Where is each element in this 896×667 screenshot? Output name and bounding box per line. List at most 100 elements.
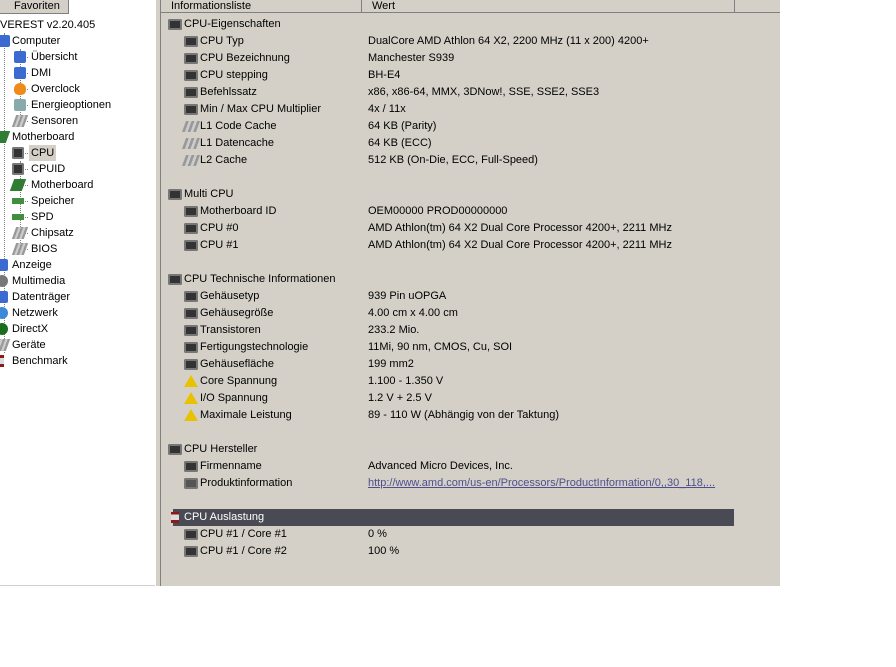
memory-icon [12, 198, 24, 204]
field-label: CPU #1 / Core #2 [200, 545, 287, 557]
motherboard-icon [0, 131, 11, 143]
computer-icon [0, 35, 10, 47]
field-value: 1.2 V + 2.5 V [368, 392, 432, 404]
tree-item-label: Anzeige [12, 259, 52, 271]
cpu-icon [184, 325, 198, 336]
cache-icon [181, 155, 201, 166]
field-label: L2 Cache [200, 154, 248, 166]
section-title: CPU-Eigenschaften [184, 18, 281, 30]
field-label: L1 Datencache [200, 137, 274, 149]
field-label: Maximale Leistung [200, 409, 292, 421]
cache-icon [181, 121, 201, 132]
field-label: Befehlssatz [200, 86, 257, 98]
field-value: DualCore AMD Athlon 64 X2, 2200 MHz (11 … [368, 35, 649, 47]
section-title: Multi CPU [184, 188, 234, 200]
field-value: AMD Athlon(tm) 64 X2 Dual Core Processor… [368, 239, 672, 251]
favorites-tab-label: Favoriten [14, 0, 60, 12]
cpu-icon [184, 53, 198, 64]
field-label: I/O Spannung [200, 392, 268, 404]
section-title: CPU Auslastung [184, 511, 265, 523]
cpu-icon [184, 461, 198, 472]
voltage-warning-icon [184, 392, 198, 404]
tree-root-label: VEREST v2.20.405 [0, 19, 96, 31]
field-value: 939 Pin uOPGA [368, 290, 447, 302]
column-header-value-label: Wert [372, 0, 396, 12]
field-value: 199 mm2 [368, 358, 414, 370]
cpu-icon [184, 104, 198, 115]
motherboard-icon [9, 179, 27, 191]
column-header-filler [735, 0, 780, 13]
sensor-icon [11, 115, 29, 127]
voltage-warning-icon [184, 375, 198, 387]
field-label: CPU #1 [200, 239, 239, 251]
field-label: Transistoren [200, 324, 261, 336]
field-label: Gehäusegröße [200, 307, 274, 319]
voltage-warning-icon [184, 409, 198, 421]
field-label: CPU stepping [200, 69, 268, 81]
tree-item-label: Benchmark [12, 355, 68, 367]
tree-item-label: BIOS [31, 243, 58, 255]
display-icon [0, 259, 8, 271]
cpu-icon [168, 274, 182, 285]
tree-item-label: CPU [29, 145, 57, 161]
field-label: Firmenname [200, 460, 262, 472]
cpu-icon [184, 87, 198, 98]
tree-item-label: Energieoptionen [31, 99, 112, 111]
everest-window: Favoriten VEREST v2.20.405 Computer Über… [0, 0, 780, 586]
cpu-icon [184, 529, 198, 540]
tree-item-label: Netzwerk [12, 307, 58, 319]
cpu-icon [168, 444, 182, 455]
tree-item-label: Motherboard [12, 131, 75, 143]
tree-item-label: Datenträger [12, 291, 71, 303]
tree-item-label: Übersicht [31, 51, 78, 63]
tree-item-label: Overclock [31, 83, 80, 95]
info-icon [14, 67, 26, 79]
cpu-icon [184, 546, 198, 557]
cpu-icon [168, 19, 182, 30]
section-title: CPU Hersteller [184, 443, 258, 455]
field-value: 4x / 11x [368, 103, 406, 115]
field-value: 100 % [368, 545, 400, 557]
cpu-icon [184, 240, 198, 251]
tree-item-label: Speicher [31, 195, 75, 207]
flame-icon [14, 83, 26, 95]
tree-item-label: Multimedia [12, 275, 66, 287]
column-header-value[interactable]: Wert [362, 0, 735, 13]
field-label: Core Spannung [200, 375, 278, 387]
field-label: CPU Typ [200, 35, 244, 47]
benchmark-icon [0, 355, 4, 367]
cache-icon [181, 138, 201, 149]
tree-item-label: CPUID [31, 163, 66, 175]
network-icon [0, 307, 8, 319]
directx-icon [0, 323, 8, 335]
web-link-icon [184, 478, 198, 489]
chipset-icon [11, 243, 29, 255]
field-value: 89 - 110 W (Abhängig von der Taktung) [368, 409, 559, 421]
cpu-icon [184, 70, 198, 81]
field-value: 4.00 cm x 4.00 cm [368, 307, 458, 319]
navigation-tree-pane: Favoriten VEREST v2.20.405 Computer Über… [0, 0, 155, 585]
field-value: x86, x86-64, MMX, 3DNow!, SSE, SSE2, SSE… [368, 86, 600, 98]
disk-icon [0, 291, 8, 303]
cpu-icon [12, 147, 24, 159]
field-value: 64 KB (Parity) [368, 120, 437, 132]
field-label: Motherboard ID [200, 205, 277, 217]
field-value: 233.2 Mio. [368, 324, 420, 336]
multimedia-icon [0, 275, 8, 287]
field-label: Produktinformation [200, 477, 293, 489]
column-header-field[interactable]: Informationsliste [161, 0, 362, 13]
field-value: Manchester S939 [368, 52, 455, 64]
cpu-icon [168, 189, 182, 200]
cpu-icon [184, 206, 198, 217]
hourglass-icon [171, 512, 179, 523]
field-label: Min / Max CPU Multiplier [200, 103, 322, 115]
cpu-icon [184, 359, 198, 370]
field-label: CPU #0 [200, 222, 239, 234]
field-value: Advanced Micro Devices, Inc. [368, 460, 513, 472]
field-value: 0 % [368, 528, 387, 540]
product-info-link[interactable]: http://www.amd.com/us-en/Processors/Prod… [368, 475, 715, 492]
field-label: Fertigungstechnologie [200, 341, 309, 353]
favorites-tab[interactable]: Favoriten [0, 0, 69, 14]
power-icon [14, 99, 26, 111]
column-header-field-label: Informationsliste [171, 0, 252, 12]
